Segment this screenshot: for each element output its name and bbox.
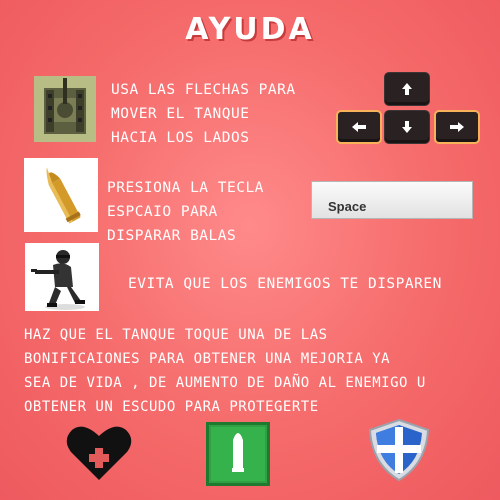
arrow-right-key xyxy=(434,110,480,144)
arrow-up-icon xyxy=(402,83,412,95)
arrow-right-icon xyxy=(450,122,464,132)
bonus-line-1: HAZ QUE EL TANQUE TOQUE UNA DE LAS xyxy=(24,327,328,343)
shoot-line-3: DISPARAR BALAS xyxy=(107,228,237,244)
shoot-line-1: PRESIONA LA TECLA xyxy=(107,180,264,196)
bonus-line-2: BONIFICAIONES PARA OBTENER UNA MEJORIA Y… xyxy=(24,351,391,367)
arrow-down-key xyxy=(384,110,430,144)
avoid-instruction: EVITA QUE LOS ENEMIGOS TE DISPAREN xyxy=(128,276,442,292)
page-title: AYUDA xyxy=(185,12,315,47)
soldier-image xyxy=(25,243,99,311)
bonus-line-4: OBTENER UN ESCUDO PARA PROTEGERTE xyxy=(24,399,319,415)
move-line-1: USA LAS FLECHAS PARA xyxy=(111,82,296,98)
arrow-left-icon xyxy=(352,122,366,132)
heart-plus-icon xyxy=(66,424,132,486)
space-key: Space xyxy=(311,181,473,219)
arrow-up-key xyxy=(384,72,430,106)
move-line-2: MOVER EL TANQUE xyxy=(111,106,250,122)
bonus-line-3: SEA DE VIDA , DE AUMENTO DE DAÑO AL ENEM… xyxy=(24,375,426,391)
shoot-instructions: PRESIONA LA TECLA ESPCAIO PARA DISPARAR … xyxy=(107,176,264,248)
move-instructions: USA LAS FLECHAS PARA MOVER EL TANQUE HAC… xyxy=(111,78,296,150)
arrow-left-key xyxy=(336,110,382,144)
tank-image xyxy=(34,76,96,142)
bonus-instructions: HAZ QUE EL TANQUE TOQUE UNA DE LAS BONIF… xyxy=(24,323,426,419)
arrow-down-icon xyxy=(402,121,412,133)
shield-icon xyxy=(366,418,432,486)
bullet-image xyxy=(24,158,98,232)
space-key-label: Space xyxy=(328,199,367,214)
move-line-3: HACIA LOS LADOS xyxy=(111,130,250,146)
shoot-line-2: ESPCAIO PARA xyxy=(107,204,218,220)
ammo-icon xyxy=(206,422,270,490)
